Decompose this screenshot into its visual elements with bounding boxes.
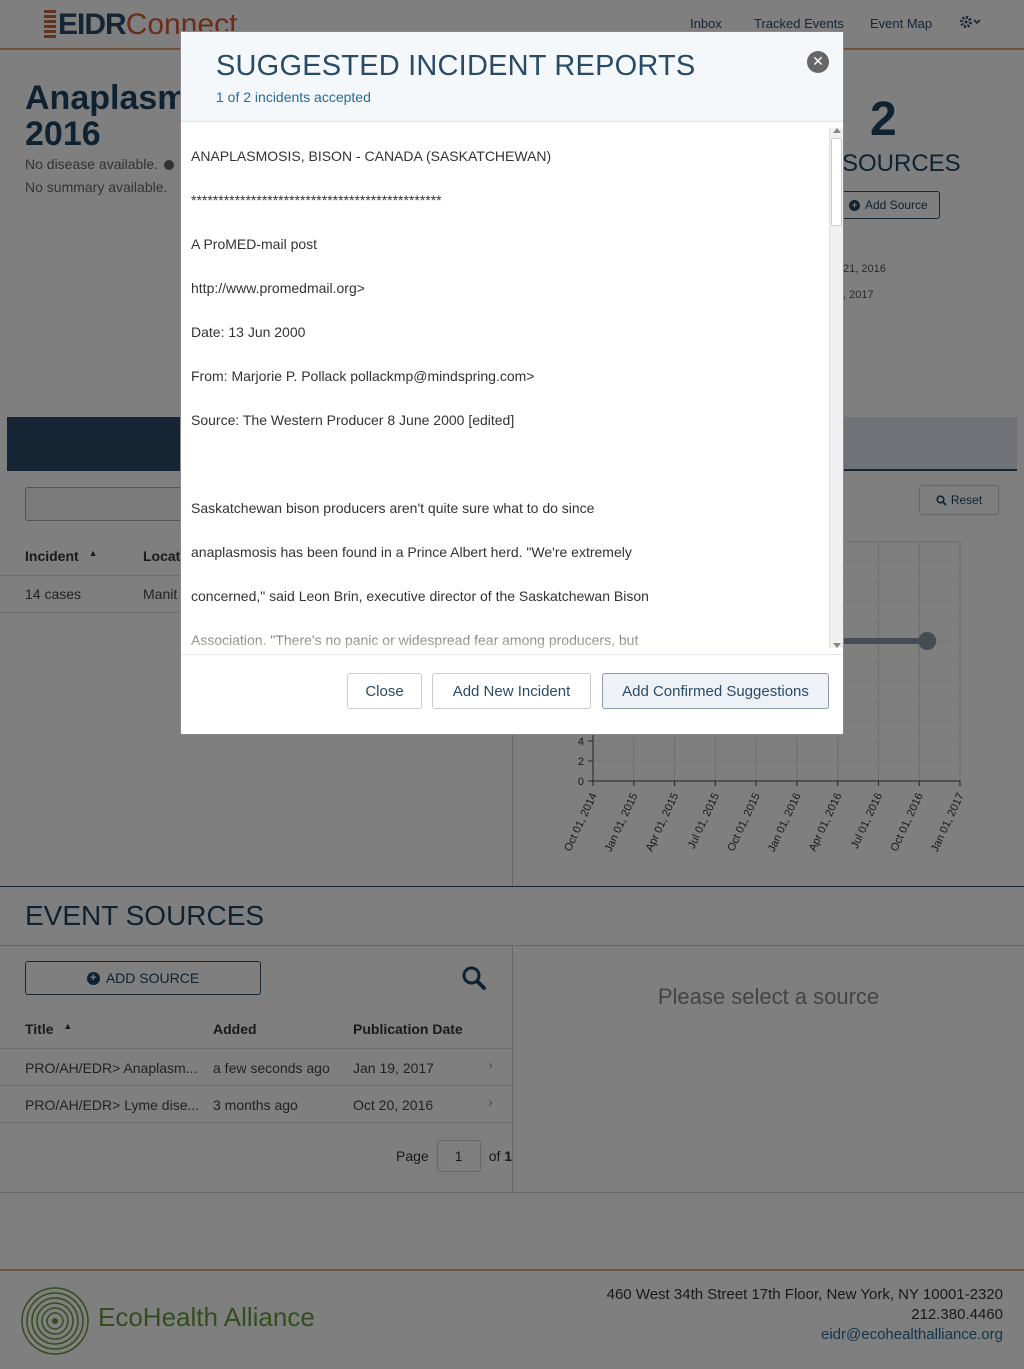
report-line: A ProMED-mail post: [191, 236, 318, 252]
report-line: Date: 13 Jun 2000: [191, 324, 306, 340]
report-scrollbar[interactable]: [829, 128, 843, 648]
report-line: From: Marjorie P. Pollack pollackmp@mind…: [191, 368, 535, 384]
add-confirmed-suggestions-button[interactable]: Add Confirmed Suggestions: [602, 673, 829, 709]
scroll-down-icon[interactable]: [833, 643, 841, 648]
report-line: Source: The Western Producer 8 June 2000…: [191, 412, 515, 428]
suggested-incident-reports-modal: SUGGESTED INCIDENT REPORTS 1 of 2 incide…: [180, 31, 844, 735]
report-line: ANAPLASMOSIS, BISON - CANADA (SASKATCHEW…: [191, 148, 552, 164]
modal-footer: Close Add New Incident Add Confirmed Sug…: [181, 654, 843, 734]
modal-header: SUGGESTED INCIDENT REPORTS 1 of 2 incide…: [181, 32, 843, 122]
text-fade: [181, 622, 831, 654]
add-new-incident-button[interactable]: Add New Incident: [432, 673, 591, 709]
report-line: concerned," said Leon Brin, executive di…: [191, 588, 649, 604]
report-line: anaplasmosis has been found in a Prince …: [191, 544, 632, 560]
report-content[interactable]: ANAPLASMOSIS, BISON - CANADA (SASKATCHEW…: [181, 122, 843, 654]
close-button[interactable]: Close: [347, 673, 422, 709]
scroll-thumb[interactable]: [831, 138, 842, 226]
close-icon[interactable]: ✕: [807, 51, 829, 73]
scroll-up-icon[interactable]: [833, 128, 841, 133]
report-line: ****************************************…: [191, 192, 442, 208]
report-line: Saskatchewan bison producers aren't quit…: [191, 500, 595, 516]
modal-title: SUGGESTED INCIDENT REPORTS: [216, 50, 696, 82]
report-line: http://www.promedmail.org>: [191, 280, 365, 296]
modal-subtitle: 1 of 2 incidents accepted: [216, 89, 371, 105]
